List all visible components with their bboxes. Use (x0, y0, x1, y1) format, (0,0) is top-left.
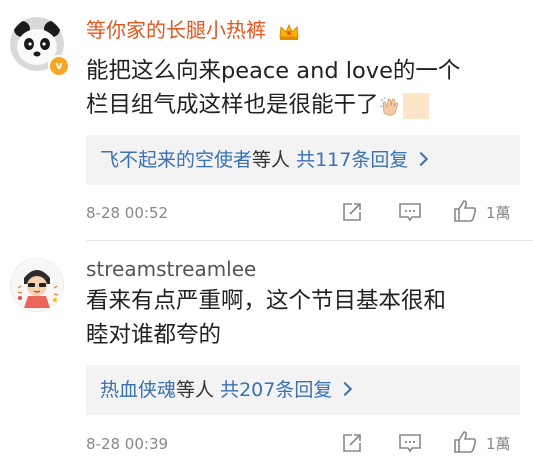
reply-others-text: 等人 (176, 379, 215, 401)
username-text[interactable]: 等你家的长腿小热裤 (86, 18, 266, 42)
reply-count-link[interactable]: 共117条回复 (296, 149, 408, 171)
timestamp: 8-28 00:39 (86, 435, 169, 453)
content-line: 能把这么向来peace and love的一个 (86, 58, 461, 84)
replies-box[interactable]: 飞不起来的空使者等人 共117条回复 (86, 135, 520, 185)
content-line: 看来有点严重啊，这个节目基本很和 (86, 288, 447, 314)
like-icon[interactable] (453, 199, 479, 223)
reply-others-text: 等人 (252, 149, 291, 171)
crown-icon (279, 23, 299, 40)
comment-content: 看来有点严重啊，这个节目基本很和 睦对谁都夸的 (86, 284, 516, 352)
reply-user-link[interactable]: 飞不起来的空使者 (100, 149, 252, 171)
content-line-2: 栏目组气成这样也是很能干了 (86, 88, 516, 122)
username[interactable]: streamstreamlee (86, 256, 256, 282)
divider (86, 240, 533, 241)
chevron-right-icon (414, 151, 429, 166)
like-icon[interactable] (453, 430, 479, 454)
comment-content: 能把这么向来peace and love的一个 栏目组气成这样也是很能干了 (86, 54, 516, 122)
comment-1: v 等你家的长腿小热裤 能把这么向来peace and love的一个 栏目组气… (0, 0, 533, 232)
comment-icon[interactable] (398, 432, 422, 454)
repost-icon[interactable] (341, 201, 363, 223)
cartoon-avatar-icon (10, 258, 64, 312)
chevron-right-icon (338, 381, 353, 396)
content-text: 栏目组气成这样也是很能干了 (86, 92, 379, 118)
clap-emoji-icon (379, 96, 398, 116)
like-count: 1萬 (486, 204, 511, 222)
avatar[interactable] (10, 258, 64, 312)
like-count: 1萬 (486, 435, 511, 453)
reply-user-link[interactable]: 热血侠魂 (100, 379, 176, 401)
username[interactable]: 等你家的长腿小热裤 (86, 17, 300, 43)
repost-icon[interactable] (341, 432, 363, 454)
skin-tone-emoji-icon (402, 92, 429, 119)
reply-count-link[interactable]: 共207条回复 (220, 379, 332, 401)
comment-icon[interactable] (398, 201, 422, 223)
verified-badge-icon: v (48, 55, 70, 77)
comment-2: streamstreamlee 看来有点严重啊，这个节目基本很和 睦对谁都夸的 … (0, 248, 533, 469)
timestamp: 8-28 00:52 (86, 204, 169, 222)
replies-box[interactable]: 热血侠魂等人 共207条回复 (86, 365, 520, 415)
content-line-2: 睦对谁都夸的 (86, 322, 222, 348)
